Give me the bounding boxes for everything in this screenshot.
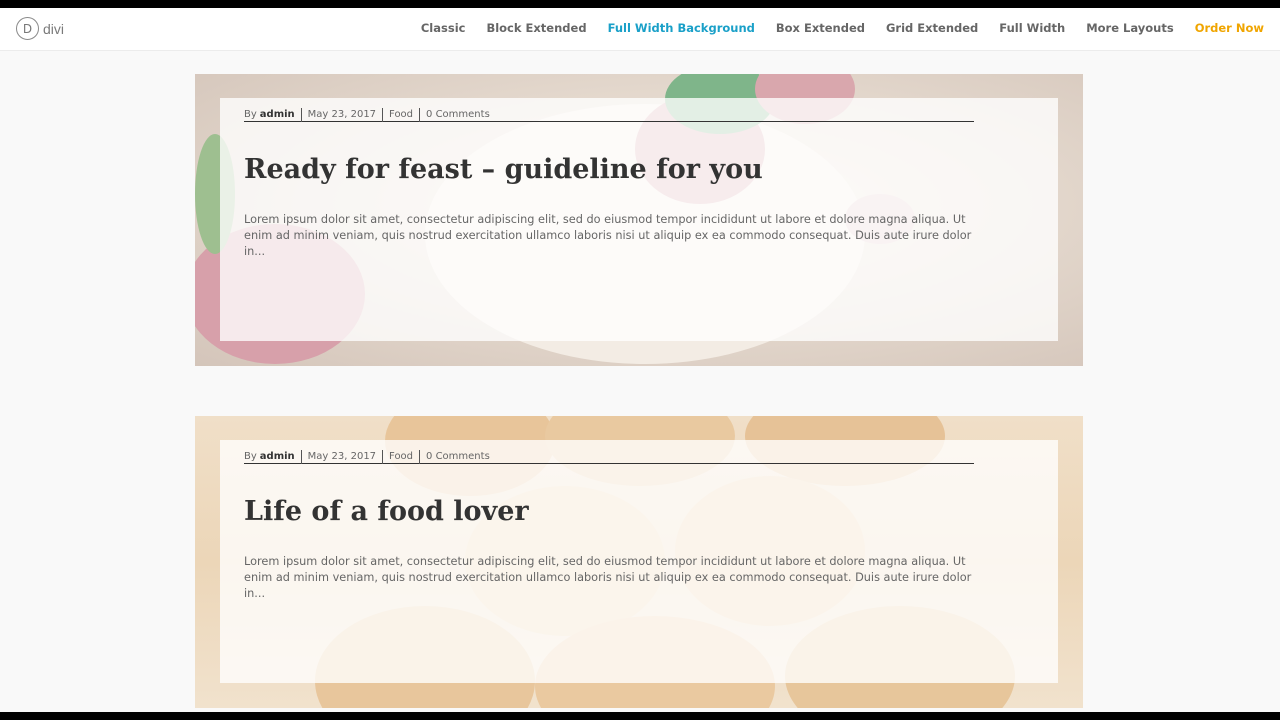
post-content-box: By admin May 23, 2017 Food 0 Comments Re… [220, 98, 1058, 341]
meta-author[interactable]: admin [260, 109, 295, 120]
meta-divider [382, 107, 384, 122]
post-excerpt: Lorem ipsum dolor sit amet, consectetur … [244, 213, 972, 258]
meta-category[interactable]: Food [389, 451, 413, 462]
main-nav: Classic Block Extended Full Width Backgr… [400, 21, 1264, 35]
post-card[interactable]: By admin May 23, 2017 Food 0 Comments Li… [195, 416, 1083, 708]
nav-full-width-background[interactable]: Full Width Background [608, 21, 755, 35]
nav-classic[interactable]: Classic [421, 21, 466, 35]
logo-text: divi [43, 20, 65, 37]
meta-divider [419, 107, 421, 122]
page: D divi Classic Block Extended Full Width… [0, 8, 1280, 712]
post-title[interactable]: Ready for feast – guideline for you [244, 154, 763, 185]
meta-author[interactable]: admin [260, 451, 295, 462]
nav-full-width[interactable]: Full Width [999, 21, 1065, 35]
nav-block-extended[interactable]: Block Extended [486, 21, 586, 35]
site-header: D divi Classic Block Extended Full Width… [0, 8, 1280, 51]
post-title[interactable]: Life of a food lover [244, 496, 529, 527]
post-meta: By admin May 23, 2017 Food 0 Comments [244, 449, 974, 464]
meta-divider [300, 449, 302, 464]
post-content-box: By admin May 23, 2017 Food 0 Comments Li… [220, 440, 1058, 683]
meta-by: By [244, 451, 257, 462]
meta-divider [300, 107, 302, 122]
meta-by: By [244, 109, 257, 120]
nav-order-now[interactable]: Order Now [1195, 21, 1264, 35]
meta-comments[interactable]: 0 Comments [426, 109, 490, 120]
nav-box-extended[interactable]: Box Extended [776, 21, 865, 35]
meta-divider [419, 449, 421, 464]
nav-grid-extended[interactable]: Grid Extended [886, 21, 978, 35]
meta-date: May 23, 2017 [307, 109, 377, 120]
meta-date: May 23, 2017 [307, 451, 377, 462]
post-excerpt: Lorem ipsum dolor sit amet, consectetur … [244, 555, 972, 600]
meta-comments[interactable]: 0 Comments [426, 451, 490, 462]
post-meta: By admin May 23, 2017 Food 0 Comments [244, 107, 974, 122]
site-logo[interactable]: D divi [16, 17, 64, 40]
logo-mark: D [16, 17, 39, 40]
post-card[interactable]: By admin May 23, 2017 Food 0 Comments Re… [195, 74, 1083, 366]
meta-category[interactable]: Food [389, 109, 413, 120]
meta-divider [382, 449, 384, 464]
nav-more-layouts[interactable]: More Layouts [1086, 21, 1173, 35]
